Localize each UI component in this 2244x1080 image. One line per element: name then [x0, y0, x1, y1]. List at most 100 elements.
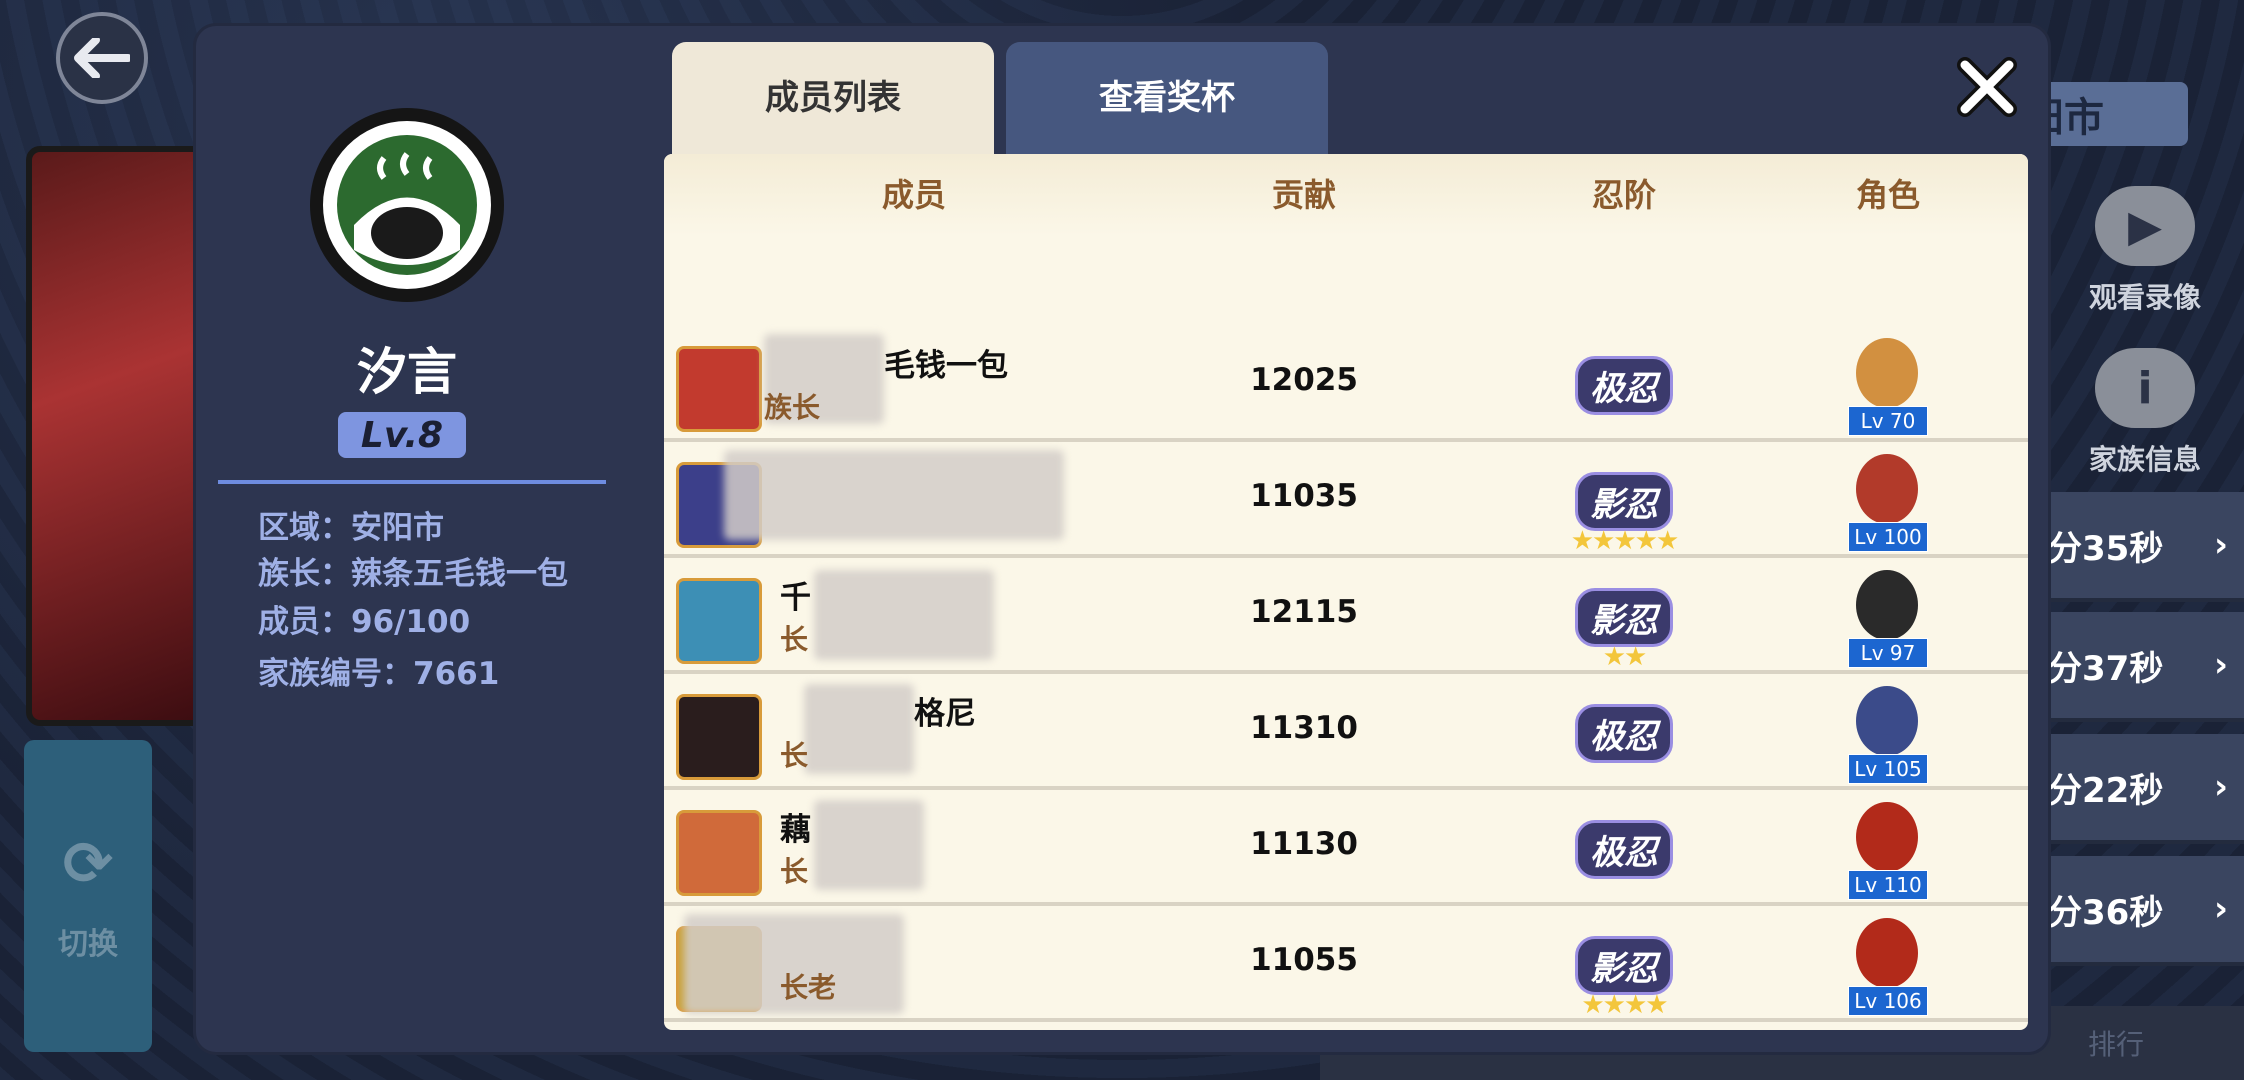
character-avatar: Lv 100: [1848, 454, 1928, 554]
close-button[interactable]: [1952, 52, 2022, 122]
privacy-blur: [814, 570, 994, 660]
privacy-blur: [804, 684, 914, 774]
video-replay-icon: ▶: [2095, 186, 2195, 266]
close-icon: [1957, 57, 2017, 117]
member-role: 族长: [764, 391, 821, 424]
member-role: 长: [780, 739, 809, 772]
table-row[interactable]: 千 长 12115 影忍 ★★ Lv 97: [664, 560, 2028, 674]
member-role: 长老: [780, 971, 837, 1004]
member-avatar: [676, 810, 762, 896]
watch-replay-button[interactable]: ▶ 观看录像: [2070, 186, 2220, 316]
chevron-right-icon: ›: [2213, 645, 2228, 685]
timer-item[interactable]: 分22秒 ›: [2048, 734, 2244, 844]
timer-text: 分36秒: [2048, 892, 2164, 933]
table-row[interactable]: 11035 影忍 ★★★★★ Lv 100: [664, 444, 2028, 558]
character-level: Lv 106: [1848, 986, 1928, 1016]
refresh-icon: ⟳: [62, 829, 114, 899]
family-info-button[interactable]: i 家族信息: [2070, 348, 2220, 478]
member-contribution: 11035: [1250, 478, 1358, 514]
family-region: 区域：安阳市: [258, 510, 444, 546]
member-name: 藕: [780, 812, 811, 848]
rank-text: 极忍: [1575, 820, 1673, 879]
character-level: Lv 100: [1848, 522, 1928, 552]
member-name: 格尼: [914, 696, 976, 732]
chevron-right-icon: ›: [2213, 767, 2228, 807]
rank-stars: ★★★★★: [1570, 526, 1680, 556]
member-contribution: 11055: [1250, 942, 1358, 978]
character-portrait: [1856, 686, 1918, 756]
rank-text: 影忍: [1575, 936, 1673, 995]
timer-text: 分22秒: [2048, 770, 2164, 811]
character-avatar: Lv 110: [1848, 802, 1928, 902]
rank-text: 极忍: [1575, 356, 1673, 415]
back-button[interactable]: [56, 12, 148, 104]
rank-stars: ★★★★: [1581, 990, 1668, 1020]
ninja-rank-badge: 影忍 ★★: [1554, 580, 1694, 672]
ninja-rank-badge: 极忍: [1554, 348, 1694, 432]
ranking-label: 排行: [2087, 1028, 2144, 1061]
header-rank: 忍阶: [1591, 176, 1656, 214]
watch-replay-label: 观看录像: [2088, 281, 2201, 314]
switch-button[interactable]: ⟳ 切换: [24, 740, 152, 1052]
chevron-right-icon: ›: [2213, 525, 2228, 565]
header-member: 成员: [881, 176, 946, 214]
table-row[interactable]: 格尼 长 11310 极忍 Lv 105: [664, 676, 2028, 790]
timer-item[interactable]: 分36秒 ›: [2048, 856, 2244, 966]
member-table: 成员 贡献 忍阶 角色 毛钱一包 族长 12025 极忍 Lv 70 11035…: [664, 154, 2028, 1030]
member-role: 长: [780, 855, 809, 888]
table-row[interactable]: 长老 11055 影忍 ★★★★ Lv 106: [664, 908, 2028, 1022]
character-level: Lv 110: [1848, 870, 1928, 900]
family-leader: 族长：辣条五毛钱一包: [258, 556, 568, 592]
family-emblem: [310, 108, 504, 302]
rank-text: 影忍: [1575, 472, 1673, 531]
rank-text: 极忍: [1575, 704, 1673, 763]
tab-member-list[interactable]: 成员列表: [672, 42, 994, 156]
character-portrait: [1856, 570, 1918, 640]
chevron-right-icon: ›: [2213, 889, 2228, 929]
member-avatar: [676, 694, 762, 780]
character-level: Lv 70: [1848, 406, 1928, 436]
rank-stars: ★★: [1602, 642, 1648, 672]
family-member-count: 成员：96/100: [258, 604, 471, 640]
family-id: 家族编号：7661: [258, 656, 500, 692]
character-avatar: Lv 97: [1848, 570, 1928, 670]
switch-label: 切换: [58, 927, 118, 962]
character-level: Lv 97: [1848, 638, 1928, 668]
member-avatar: [676, 578, 762, 664]
table-header: 成员 贡献 忍阶 角色: [664, 154, 2028, 236]
ninja-rank-badge: 影忍 ★★★★: [1554, 928, 1694, 1020]
character-avatar: Lv 106: [1848, 918, 1928, 1018]
timer-text: 分37秒: [2048, 648, 2164, 689]
divider: [218, 480, 606, 484]
table-row[interactable]: 藕 长 11130 极忍 Lv 110: [664, 792, 2028, 906]
table-row[interactable]: 毛钱一包 族长 12025 极忍 Lv 70: [664, 328, 2028, 442]
header-contribution: 贡献: [1271, 176, 1336, 214]
timer-item[interactable]: 分37秒 ›: [2048, 612, 2244, 722]
rice-ball-icon: [323, 121, 491, 289]
character-avatar: Lv 70: [1848, 338, 1928, 438]
family-info-label: 家族信息: [2088, 443, 2201, 476]
tab-view-trophies[interactable]: 查看奖杯: [1006, 42, 1328, 156]
member-role: 长: [780, 623, 809, 656]
info-icon: i: [2095, 348, 2195, 428]
ninja-rank-badge: 影忍 ★★★★★: [1554, 464, 1694, 556]
arrow-left-icon: [74, 38, 130, 78]
privacy-blur: [724, 450, 1064, 540]
rank-text: 影忍: [1575, 588, 1673, 647]
timer-item[interactable]: 分35秒 ›: [2048, 492, 2244, 602]
header-character: 角色: [1855, 176, 1920, 214]
character-level: Lv 105: [1848, 754, 1928, 784]
privacy-blur: [814, 800, 924, 890]
character-portrait: [1856, 338, 1918, 408]
member-contribution: 11310: [1250, 710, 1358, 746]
member-contribution: 11130: [1250, 826, 1358, 862]
family-name: 汐言: [357, 343, 457, 401]
member-name: 毛钱一包: [884, 348, 1008, 384]
member-contribution: 12025: [1250, 362, 1358, 398]
family-level-badge: Lv.8: [338, 412, 466, 458]
member-contribution: 12115: [1250, 594, 1358, 630]
timer-text: 分35秒: [2048, 528, 2164, 569]
ninja-rank-badge: 极忍: [1554, 812, 1694, 896]
member-avatar: [676, 346, 762, 432]
character-portrait: [1856, 802, 1918, 872]
